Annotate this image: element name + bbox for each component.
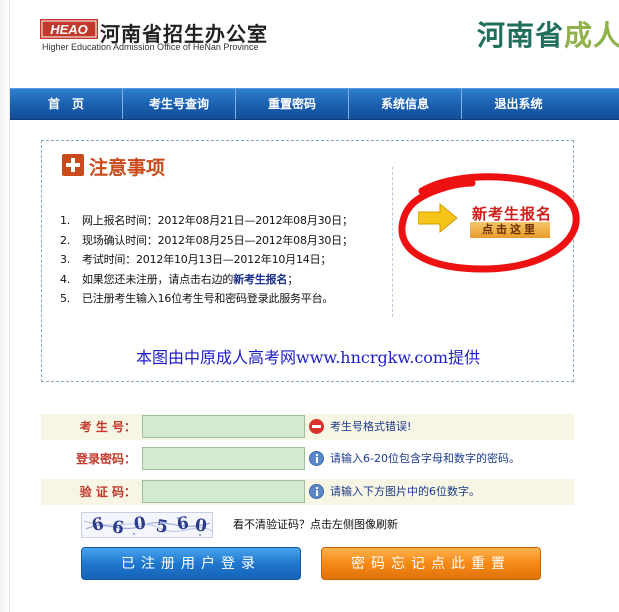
heao-logo-icon: HEAO xyxy=(40,19,98,39)
captcha-image-row: 6 6 0 5 6 0 看不清验证码？点击左侧图像刷新 xyxy=(41,512,574,538)
register-title: 新考生报名 xyxy=(472,205,553,223)
password-input[interactable] xyxy=(142,447,305,470)
exam-id-row: 考 生 号： 考生号格式错误! xyxy=(41,414,574,440)
exam-id-label: 考 生 号： xyxy=(79,420,136,434)
login-button[interactable]: 已注册用户登录 xyxy=(81,547,301,580)
brand-title-part1: 河南省 xyxy=(477,19,565,52)
site-header: HEAO 河南省招生办公室 Higher Education Admission… xyxy=(10,0,619,88)
brand-title: 河南省成人 xyxy=(477,14,619,54)
arrow-right-icon xyxy=(418,203,458,233)
captcha-hint-message: 请输入下方图片中的6位数字。 xyxy=(330,485,480,498)
exam-id-input[interactable] xyxy=(142,415,305,438)
captcha-refresh-hint: 看不清验证码？点击左侧图像刷新 xyxy=(233,518,398,531)
password-label: 登录密码： xyxy=(75,452,136,466)
plus-icon xyxy=(62,154,84,176)
exam-id-error-message: 考生号格式错误! xyxy=(330,420,412,433)
notice-list: 1. 网上报名时间：2012年08月21日—2012年08月30日； 2. 现场确认… xyxy=(60,211,390,309)
logo-mark-text: HEAO xyxy=(50,22,88,37)
info-icon xyxy=(309,484,324,499)
password-row: 登录密码： 请输入6-20位包含字母和数字的密码。 xyxy=(41,446,574,472)
nav-reset-password[interactable]: 重置密码 xyxy=(236,89,349,119)
page: HEAO 河南省招生办公室 Higher Education Admission… xyxy=(0,0,619,612)
nav-exam-id-lookup[interactable]: 考生号查询 xyxy=(123,89,236,119)
left-edge-rule xyxy=(0,0,10,612)
reset-password-button[interactable]: 密码忘记点此重置 xyxy=(321,547,541,580)
nav-home[interactable]: 首 页 xyxy=(10,89,123,119)
brand-title-part2: 成人 xyxy=(564,19,619,52)
captcha-input[interactable] xyxy=(142,480,305,503)
notice-item: 2. 现场确认时间：2012年08月25日—2012年08月30日； xyxy=(60,233,353,247)
captcha-label: 验 证 码： xyxy=(79,485,136,499)
info-icon xyxy=(309,451,324,466)
register-click-here: 点击这里 xyxy=(470,222,550,238)
notice-title: 注意事项 xyxy=(89,157,166,179)
notice-item: 4. 如果您还未注册，请点击右边的新考生报名； xyxy=(60,272,299,286)
nav-system-info[interactable]: 系统信息 xyxy=(349,89,462,119)
source-watermark: 本图由中原成人高考网www.hncrgkw.com提供 xyxy=(136,348,481,367)
new-applicant-link[interactable]: 新考生报名 xyxy=(233,273,287,286)
notice-panel: 注意事项 1. 网上报名时间：2012年08月21日—2012年08月30日； 2… xyxy=(41,140,580,382)
captcha-image[interactable]: 6 6 0 5 6 0 xyxy=(81,512,213,538)
captcha-input-row: 验 证 码： 请输入下方图片中的6位数字。 xyxy=(41,479,574,505)
error-icon xyxy=(309,419,324,434)
password-hint-message: 请输入6-20位包含字母和数字的密码。 xyxy=(330,452,520,465)
captcha-digit: 0 xyxy=(193,515,208,537)
new-applicant-register-button[interactable]: 新考生报名 点击这里 xyxy=(392,169,580,274)
org-name-en: Higher Education Admission Office of HeN… xyxy=(42,42,259,52)
notice-item: 1. 网上报名时间：2012年08月21日—2012年08月30日； xyxy=(60,214,353,227)
captcha-digit: 0 xyxy=(132,513,147,535)
notice-item: 5. 已注册考生输入16位考生号和密码登录此服务平台。 xyxy=(60,292,334,305)
nav-logout[interactable]: 退出系统 xyxy=(462,89,575,119)
main-nav: 首 页 考生号查询 重置密码 系统信息 退出系统 xyxy=(10,88,619,120)
notice-item: 3. 考试时间：2012年10月13日—2012年10月14日； xyxy=(60,253,332,266)
